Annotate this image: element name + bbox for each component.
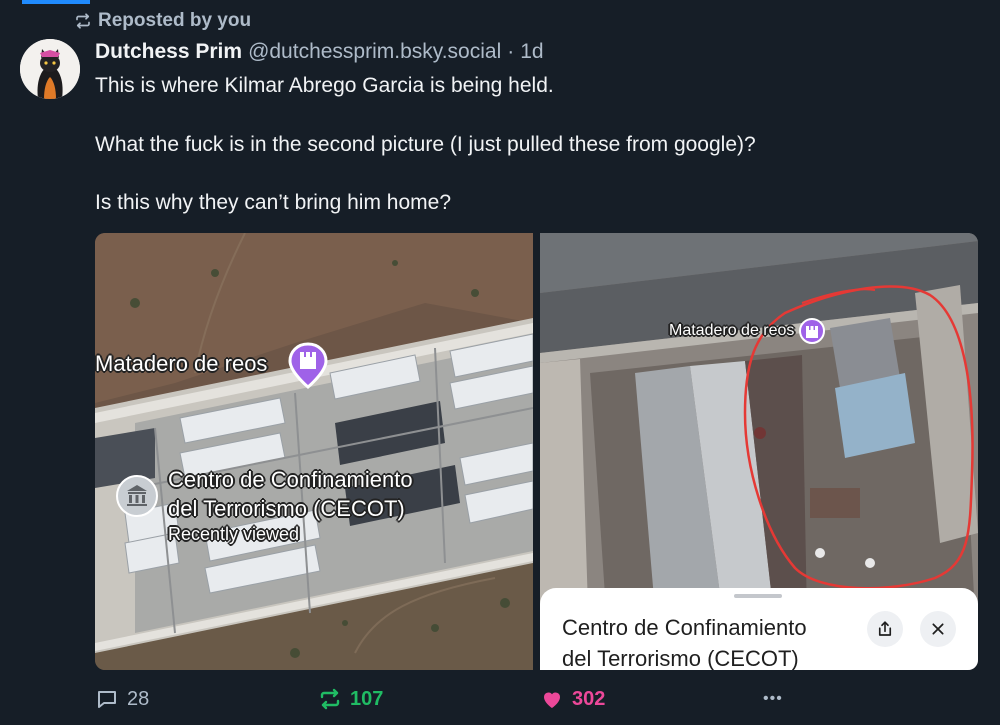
share-icon [878,621,892,636]
repost-indicator[interactable]: Reposted by you [74,9,251,33]
place-bottom-sheet[interactable]: Centro de Confinamiento del Terrorismo (… [540,588,978,670]
repost-icon [76,13,90,29]
repost-icon [320,688,340,710]
castle-pin-icon-small [806,326,818,338]
sheet-title-line-1: Centro de Confinamiento [562,615,807,640]
reply-bubble-icon [98,691,116,708]
heart-icon [544,692,560,708]
place-name-line-1[interactable]: Centro de Confinamiento [168,466,413,493]
post-header: Dutchess Prim @dutchessprim.bsky.social … [95,40,544,68]
top-tab-bar [0,0,1000,4]
author-handle[interactable]: @dutchessprim.bsky.social [248,40,501,64]
more-icon: ••• [763,690,783,707]
sheet-drag-handle[interactable] [734,594,782,598]
avatar[interactable] [20,39,80,99]
map-pin-label[interactable]: Matadero de reos [95,351,267,377]
more-options-button[interactable]: ••• [763,685,783,713]
separator-dot: · [507,40,515,63]
post-time[interactable]: 1d [520,40,543,64]
like-count: 302 [572,687,606,710]
castle-pin-icon [300,352,316,369]
post-text-line-3: Is this why they can’t bring him home? [95,191,451,214]
place-status: Recently viewed [168,524,300,544]
author-name[interactable]: Dutchess Prim [95,40,242,64]
reply-count: 28 [127,687,150,710]
close-icon [932,623,944,635]
sheet-place-title: Centro de Confinamiento del Terrorismo (… [562,612,807,670]
repost-button[interactable]: 107 [318,685,383,713]
image-satellite-overview[interactable]: Matadero de reos Centro de Confinamiento… [95,233,533,670]
place-name-line-2[interactable]: del Terrorismo (CECOT) [168,495,405,522]
close-button[interactable] [920,611,956,647]
post-text-line-1: This is where Kilmar Abrego Garcia is be… [95,74,554,97]
repost-count: 107 [350,687,384,710]
like-button[interactable]: 302 [540,685,605,713]
sheet-title-line-2: del Terrorismo (CECOT) [562,646,799,670]
image-satellite-closeup[interactable]: Matadero de reos Centro de Confinamiento… [540,233,978,670]
post-text-line-2: What the fuck is in the second picture (… [95,133,756,156]
map-pin-label-small[interactable]: Matadero de reos [669,322,794,340]
repost-label: Reposted by you [98,10,252,31]
active-tab-indicator [22,0,90,4]
reply-button[interactable]: 28 [95,685,149,713]
share-button[interactable] [867,611,903,647]
